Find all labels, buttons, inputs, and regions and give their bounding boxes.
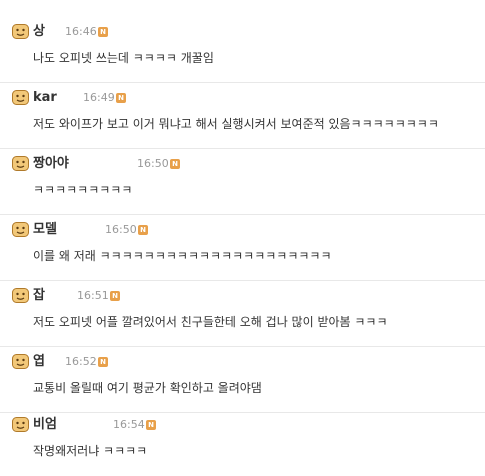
comment-text: 저도 와이프가 보고 이거 뭐냐고 해서 실행시켜서 보여준적 있음ㅋㅋㅋㅋㅋㅋ…	[33, 117, 439, 131]
new-badge-icon: N	[98, 27, 108, 37]
comment-item: 모델 16:50 N 이를 왜 저래 ㅋㅋㅋㅋㅋㅋㅋㅋㅋㅋㅋㅋㅋㅋㅋㅋㅋㅋㅋㅋㅋ	[0, 215, 485, 281]
comment-item: 짱아야 16:50 N ㅋㅋㅋㅋㅋㅋㅋㅋㅋ	[0, 149, 485, 215]
face-emoticon-icon	[12, 156, 29, 171]
comment-text: 나도 오피넷 쓰는데 ㅋㅋㅋㅋ 개꿀임	[33, 51, 214, 65]
comment-item: 비엄 16:54 N 작명왜저러냐 ㅋㅋㅋㅋ	[0, 410, 485, 476]
comment-time: 16:46	[65, 25, 97, 38]
comment-nickname[interactable]: kar	[33, 90, 57, 106]
comment-item: kar 16:49 N 저도 와이프가 보고 이거 뭐냐고 해서 실행시켜서 보…	[0, 83, 485, 149]
comment-text: 교통비 올릴때 여기 평균가 확인하고 올려야댐	[33, 381, 262, 395]
comment-header: 상 16:46 N	[12, 24, 482, 42]
comment-text: 작명왜저러냐 ㅋㅋㅋㅋ	[33, 444, 148, 458]
comment-time: 16:50	[105, 223, 137, 236]
comment-time: 16:51	[77, 289, 109, 302]
face-emoticon-icon	[12, 417, 29, 432]
comment-time: 16:54	[113, 418, 145, 431]
face-emoticon-icon	[12, 90, 29, 105]
new-badge-icon: N	[110, 291, 120, 301]
comment-item: 엽 16:52 N 교통비 올릴때 여기 평균가 확인하고 올려야댐	[0, 347, 485, 413]
comment-header: 잡 16:51 N	[12, 288, 482, 306]
comment-item: 잡 16:51 N 저도 오피넷 어플 깔려있어서 친구들한테 오해 겁나 많이…	[0, 281, 485, 347]
face-emoticon-icon	[12, 288, 29, 303]
comment-header: kar 16:49 N	[12, 90, 482, 108]
face-emoticon-icon	[12, 24, 29, 39]
face-emoticon-icon	[12, 354, 29, 369]
comment-time: 16:49	[83, 91, 115, 104]
comment-nickname[interactable]: 상	[33, 24, 45, 40]
comment-header: 엽 16:52 N	[12, 354, 482, 372]
comment-header: 비엄 16:54 N	[12, 417, 482, 435]
comment-nickname[interactable]: 모델	[33, 222, 57, 238]
new-badge-icon: N	[146, 420, 156, 430]
comment-nickname[interactable]: 짱아야	[33, 156, 69, 172]
comment-list: 상 16:46 N 나도 오피넷 쓰는데 ㅋㅋㅋㅋ 개꿀임 kar 16:49 …	[0, 0, 485, 468]
new-badge-icon: N	[98, 357, 108, 367]
comment-text: 저도 오피넷 어플 깔려있어서 친구들한테 오해 겁나 많이 받아봄 ㅋㅋㅋ	[33, 315, 388, 329]
comment-text: 이를 왜 저래 ㅋㅋㅋㅋㅋㅋㅋㅋㅋㅋㅋㅋㅋㅋㅋㅋㅋㅋㅋㅋㅋ	[33, 249, 332, 263]
comment-text: ㅋㅋㅋㅋㅋㅋㅋㅋㅋ	[33, 183, 133, 197]
comment-nickname[interactable]: 비엄	[33, 417, 57, 433]
new-badge-icon: N	[170, 159, 180, 169]
new-badge-icon: N	[138, 225, 148, 235]
comment-time: 16:52	[65, 355, 97, 368]
comment-time: 16:50	[137, 157, 169, 170]
new-badge-icon: N	[116, 93, 126, 103]
face-emoticon-icon	[12, 222, 29, 237]
comment-item: 상 16:46 N 나도 오피넷 쓰는데 ㅋㅋㅋㅋ 개꿀임	[0, 17, 485, 83]
comment-nickname[interactable]: 엽	[33, 354, 45, 370]
comment-nickname[interactable]: 잡	[33, 288, 45, 304]
comment-header: 짱아야 16:50 N	[12, 156, 482, 174]
comment-header: 모델 16:50 N	[12, 222, 482, 240]
